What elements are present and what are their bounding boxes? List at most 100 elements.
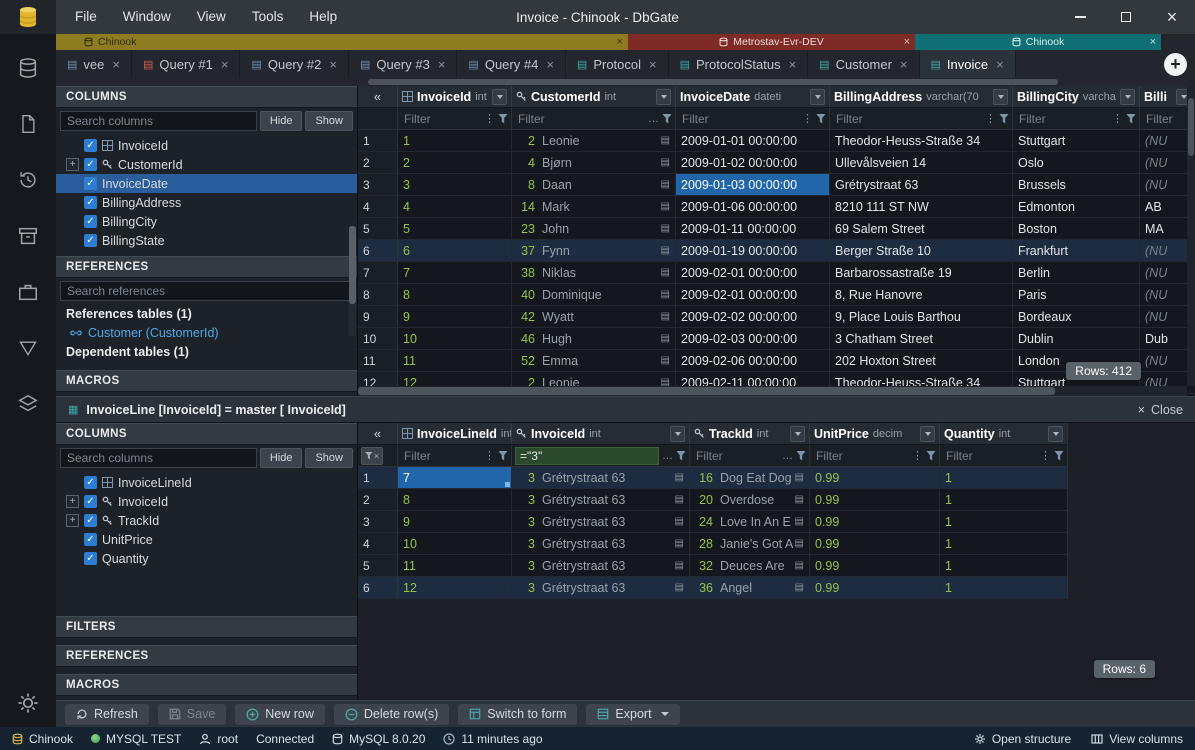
expand-icon[interactable]: + (66, 514, 79, 527)
row-number[interactable]: 2 (358, 489, 398, 510)
open-reference-icon[interactable]: ▤ (661, 333, 670, 344)
tabs-scrollbar[interactable] (56, 78, 1195, 86)
invoicedate-cell[interactable]: 2009-02-02 00:00:00 (676, 306, 830, 327)
filter-input[interactable] (1016, 110, 1109, 128)
macros-section-header[interactable]: MACROS (56, 370, 357, 392)
export-button[interactable]: Export (586, 704, 679, 725)
filter-trackid[interactable]: … (690, 445, 810, 466)
connections-database-icon[interactable] (16, 56, 40, 80)
open-reference-icon[interactable]: ▤ (795, 560, 804, 571)
filter-input[interactable] (813, 447, 909, 465)
invoicelineid-cell[interactable]: 8 (398, 489, 512, 510)
row-number[interactable]: 1 (358, 130, 398, 151)
invoiceid-cell[interactable]: 3 Grétrystraat 63 ▤ (512, 555, 690, 576)
column-tree-item[interactable]: + ✓ InvoiceDate (56, 174, 357, 193)
quantity-cell[interactable]: 1 (940, 577, 1067, 598)
maximize-button[interactable] (1103, 0, 1149, 34)
tab-group[interactable]: Chinook × (915, 34, 1161, 50)
invoicedate-cell[interactable]: 2009-02-01 00:00:00 (676, 284, 830, 305)
horizontal-scrollbar[interactable] (358, 386, 1187, 396)
tab[interactable]: ▤ Protocol × (566, 50, 669, 78)
customerid-cell[interactable]: 2 Leonie ▤ (512, 130, 676, 151)
billingcity-cell[interactable]: Bordeaux (1013, 306, 1140, 327)
row-number[interactable]: 10 (358, 328, 398, 349)
save-button[interactable]: Save (158, 704, 227, 725)
invoiceid-cell[interactable]: 8 (398, 284, 512, 305)
close-group-icon[interactable]: × (904, 36, 910, 48)
open-reference-icon[interactable]: ▤ (675, 516, 684, 527)
invoicelineid-cell[interactable]: 7 (398, 467, 512, 488)
trackid-cell[interactable]: 20 Overdose ▤ (690, 489, 810, 510)
customerid-cell[interactable]: 23 John ▤ (512, 218, 676, 239)
column-tree-item[interactable]: + ✓ TrackId (56, 511, 357, 530)
column-menu-button[interactable] (656, 89, 671, 105)
billingaddress-cell[interactable]: 202 Hoxton Street (830, 350, 1013, 371)
filter-menu-icon[interactable]: … (782, 450, 793, 462)
open-reference-icon[interactable]: ▤ (661, 355, 670, 366)
row-number[interactable]: 4 (358, 196, 398, 217)
column-menu-button[interactable] (492, 89, 507, 105)
panel-scrollbar[interactable] (349, 226, 356, 336)
search-references-input[interactable] (60, 281, 353, 301)
tab[interactable]: ▤ Query #1 × (132, 50, 240, 78)
open-reference-icon[interactable]: ▤ (675, 494, 684, 505)
tab[interactable]: ▤ ProtocolStatus × (669, 50, 809, 78)
filters-section-header[interactable]: FILTERS (56, 616, 357, 638)
invoicedate-cell[interactable]: 2009-01-03 00:00:00 (676, 174, 830, 195)
open-reference-icon[interactable]: ▤ (675, 538, 684, 549)
references-section-header[interactable]: REFERENCES (56, 645, 357, 667)
funnel-icon[interactable] (1126, 114, 1136, 124)
invoicelineid-cell[interactable]: 11 (398, 555, 512, 576)
expand-icon[interactable]: + (66, 158, 79, 171)
refresh-button[interactable]: Refresh (65, 704, 149, 725)
invoicedate-cell[interactable]: 2009-01-02 00:00:00 (676, 152, 830, 173)
column-header[interactable]: InvoiceId int (398, 86, 512, 107)
unitprice-cell[interactable]: 0.99 (810, 555, 940, 576)
columns-section-header[interactable]: COLUMNS (56, 86, 357, 108)
invoicedate-cell[interactable]: 2009-02-03 00:00:00 (676, 328, 830, 349)
column-checkbox[interactable]: ✓ (84, 495, 97, 508)
customerid-cell[interactable]: 4 Bjørn ▤ (512, 152, 676, 173)
row-number[interactable]: 6 (358, 240, 398, 261)
expand-icon[interactable]: + (66, 495, 79, 508)
filter-customerid[interactable]: … (512, 108, 676, 129)
billingaddress-cell[interactable]: Berger Straße 10 (830, 240, 1013, 261)
customerid-cell[interactable]: 46 Hugh ▤ (512, 328, 676, 349)
plugins-briefcase-icon[interactable] (16, 280, 40, 304)
search-columns-input[interactable] (60, 448, 257, 468)
open-reference-icon[interactable]: ▤ (675, 560, 684, 571)
open-reference-icon[interactable]: ▤ (661, 289, 670, 300)
invoiceid-cell[interactable]: 7 (398, 262, 512, 283)
funnel-icon[interactable] (662, 114, 672, 124)
column-tree-item[interactable]: + ✓ InvoiceId (56, 136, 357, 155)
panel-scrollbar-thumb[interactable] (349, 226, 356, 304)
filter-billingaddress[interactable]: ⋮ (830, 108, 1013, 129)
row-number[interactable]: 6 (358, 577, 398, 598)
invoicedate-cell[interactable]: 2009-01-11 00:00:00 (676, 218, 830, 239)
archive-icon[interactable] (16, 224, 40, 248)
column-tree-item[interactable]: + ✓ UnitPrice (56, 530, 357, 549)
macros-section-header[interactable]: MACROS (56, 674, 357, 696)
filter-menu-icon[interactable]: ⋮ (912, 449, 923, 462)
column-menu-button[interactable] (670, 426, 685, 442)
filter-input[interactable] (943, 447, 1037, 465)
switch-to-form-button[interactable]: Switch to form (458, 704, 577, 725)
invoicedate-cell[interactable]: 2009-01-19 00:00:00 (676, 240, 830, 261)
row-number[interactable]: 2 (358, 152, 398, 173)
column-tree-item[interactable]: + ✓ Quantity (56, 549, 357, 568)
unitprice-cell[interactable]: 0.99 (810, 489, 940, 510)
columns-section-header[interactable]: COLUMNS (56, 423, 357, 445)
column-tree-item[interactable]: + ✓ BillingCity (56, 212, 357, 231)
unitprice-cell[interactable]: 0.99 (810, 533, 940, 554)
column-menu-button[interactable] (993, 89, 1008, 105)
tab[interactable]: ▤ Customer × (808, 50, 919, 78)
filter-menu-icon[interactable]: ⋮ (484, 449, 495, 462)
filter-menu-icon[interactable]: ⋮ (802, 112, 813, 125)
billingcity-cell[interactable]: Boston (1013, 218, 1140, 239)
horizontal-scrollbar-thumb[interactable] (358, 387, 1055, 395)
billingcity-cell[interactable]: Brussels (1013, 174, 1140, 195)
customerid-cell[interactable]: 52 Emma ▤ (512, 350, 676, 371)
tab[interactable]: ▤ Invoice × (920, 50, 1016, 78)
billingaddress-cell[interactable]: Barbarossastraße 19 (830, 262, 1013, 283)
files-icon[interactable] (16, 112, 40, 136)
